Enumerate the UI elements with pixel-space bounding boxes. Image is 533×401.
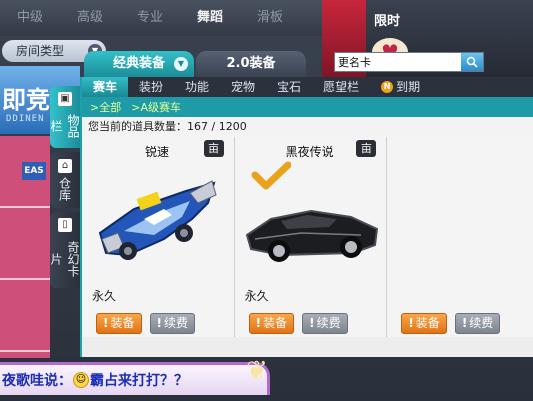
tab-classic-equipment[interactable]: 经典装备 ▼ <box>84 51 194 77</box>
exclamation-icon: ! <box>255 316 262 330</box>
inventory-panel: 赛车 装扮 功能 宠物 宝石 愿望栏 N 到期 >全部 >A级赛车 您当前的道具… <box>80 77 533 357</box>
tab-intermediate[interactable]: 中级 <box>0 0 60 36</box>
search-input[interactable] <box>335 53 461 71</box>
item-grid: 锐速 亩 永久 ! 装备 ! 续费 黑夜传说 亩 永久 ! 装备 ! 续费 ! … <box>82 137 533 337</box>
menu-item-cars[interactable]: 赛车 <box>82 77 129 97</box>
menu-item-label: 到期 <box>396 80 421 94</box>
menu-item-expiring[interactable]: N 到期 <box>370 77 431 97</box>
equip-button[interactable]: ! 装备 <box>248 313 295 334</box>
side-tab-label: 仓库 <box>57 177 72 201</box>
menu-item-outfits[interactable]: 装扮 <box>128 77 174 97</box>
item-info-icon[interactable]: 亩 <box>356 140 377 157</box>
limited-time-title: 限时 <box>373 14 400 29</box>
equipment-tabs: 经典装备 ▼ 2.0装备 <box>84 51 308 77</box>
menu-item-functions[interactable]: 功能 <box>174 77 220 97</box>
search-icon <box>466 56 478 68</box>
room-list-item[interactable]: EAS <box>0 136 50 208</box>
item-info-icon[interactable]: 亩 <box>203 140 224 157</box>
rename-card-search <box>334 52 484 72</box>
renew-button[interactable]: ! 续费 <box>454 313 501 334</box>
item-slot[interactable]: ! 装备 ! 续费 <box>387 137 533 337</box>
chat-message: 霸占来打打？？ <box>90 373 188 389</box>
breadcrumb: >全部 >A级赛车 <box>82 97 533 117</box>
item-actions: ! 装备 ! 续费 <box>401 313 501 334</box>
exclamation-icon: ! <box>309 316 315 330</box>
breadcrumb-a-class-cars[interactable]: >A级赛车 <box>131 99 181 115</box>
category-menu: 赛车 装扮 功能 宠物 宝石 愿望栏 N 到期 <box>82 77 533 97</box>
house-icon: ⌂ <box>58 159 72 173</box>
equip-button[interactable]: ! 装备 <box>96 313 142 334</box>
exclamation-icon: ! <box>408 316 414 330</box>
side-tab-label: 奇幻卡片 <box>49 241 80 277</box>
inventory-side-tabs: ▣ 物品栏 ⌂ 仓库 ▯ 奇幻卡片 <box>49 86 80 292</box>
tab-advanced[interactable]: 高级 <box>60 0 120 36</box>
tab-skateboard[interactable]: 滑板 <box>240 0 300 36</box>
room-category-tabs: 中级 高级 专业 舞蹈 滑板 <box>0 0 325 36</box>
equipped-checkmark-icon <box>251 161 291 190</box>
bag-icon: ▣ <box>58 92 72 106</box>
equip-button[interactable]: ! 装备 <box>401 313 447 334</box>
chat-broadcast: 夜歌哇说： ☺ 霸占来打打？？ <box>0 362 270 395</box>
item-slot[interactable]: 黑夜传说 亩 永久 ! 装备 ! 续费 <box>234 137 388 337</box>
banner-subtitle: DDINEN <box>6 114 45 124</box>
menu-item-pets[interactable]: 宠物 <box>220 77 266 97</box>
exclamation-icon: ! <box>156 316 162 330</box>
room-type-label: 房间类型 <box>16 44 65 58</box>
side-tab-warehouse[interactable]: ⌂ 仓库 <box>50 152 80 208</box>
item-duration: 永久 <box>92 289 117 303</box>
renew-button[interactable]: ! 续费 <box>302 313 348 334</box>
banner-title: 即竞 <box>2 86 50 114</box>
chevron-down-icon[interactable]: ▼ <box>174 57 188 71</box>
side-tab-fantasy-cards[interactable]: ▯ 奇幻卡片 <box>49 212 80 288</box>
tab-label: 2.0装备 <box>226 56 276 71</box>
item-actions: ! 装备 ! 续费 <box>96 313 195 334</box>
menu-item-gems[interactable]: 宝石 <box>266 77 312 97</box>
card-icon: ▯ <box>58 218 72 232</box>
chat-speaker: 夜歌哇说： <box>2 373 72 389</box>
tab-equipment-2[interactable]: 2.0装备 <box>196 51 306 77</box>
smiley-icon: ☺ <box>73 372 89 388</box>
wing-decoration-icon: ❦ <box>246 356 268 386</box>
room-list-item[interactable] <box>0 280 50 352</box>
side-tab-label: 物品栏 <box>49 114 80 138</box>
room-list: EAS <box>0 136 50 358</box>
menu-item-wishlist[interactable]: 愿望栏 <box>312 77 370 97</box>
renew-button[interactable]: ! 续费 <box>149 313 195 334</box>
exclamation-icon: ! <box>103 316 109 330</box>
side-tab-inventory[interactable]: ▣ 物品栏 <box>49 86 80 148</box>
item-count: 您当前的道具数量：167 / 1200 <box>82 117 533 137</box>
item-actions: ! 装备 ! 续费 <box>248 313 348 334</box>
breadcrumb-all[interactable]: >全部 <box>90 99 121 115</box>
room-list-item[interactable] <box>0 208 50 280</box>
easy-tag-icon: EAS <box>22 162 46 180</box>
item-duration: 永久 <box>244 289 269 303</box>
exclamation-icon: ! <box>461 316 468 330</box>
tab-dance[interactable]: 舞蹈 <box>180 0 240 36</box>
tab-label: 经典装备 <box>112 56 165 71</box>
tab-professional[interactable]: 专业 <box>120 0 180 36</box>
new-badge-icon: N <box>381 81 394 93</box>
item-slot[interactable]: 锐速 亩 永久 ! 装备 ! 续费 <box>82 137 235 337</box>
black-sports-car-icon <box>245 209 378 262</box>
blue-race-car-icon <box>98 180 217 260</box>
search-button[interactable] <box>461 53 483 71</box>
